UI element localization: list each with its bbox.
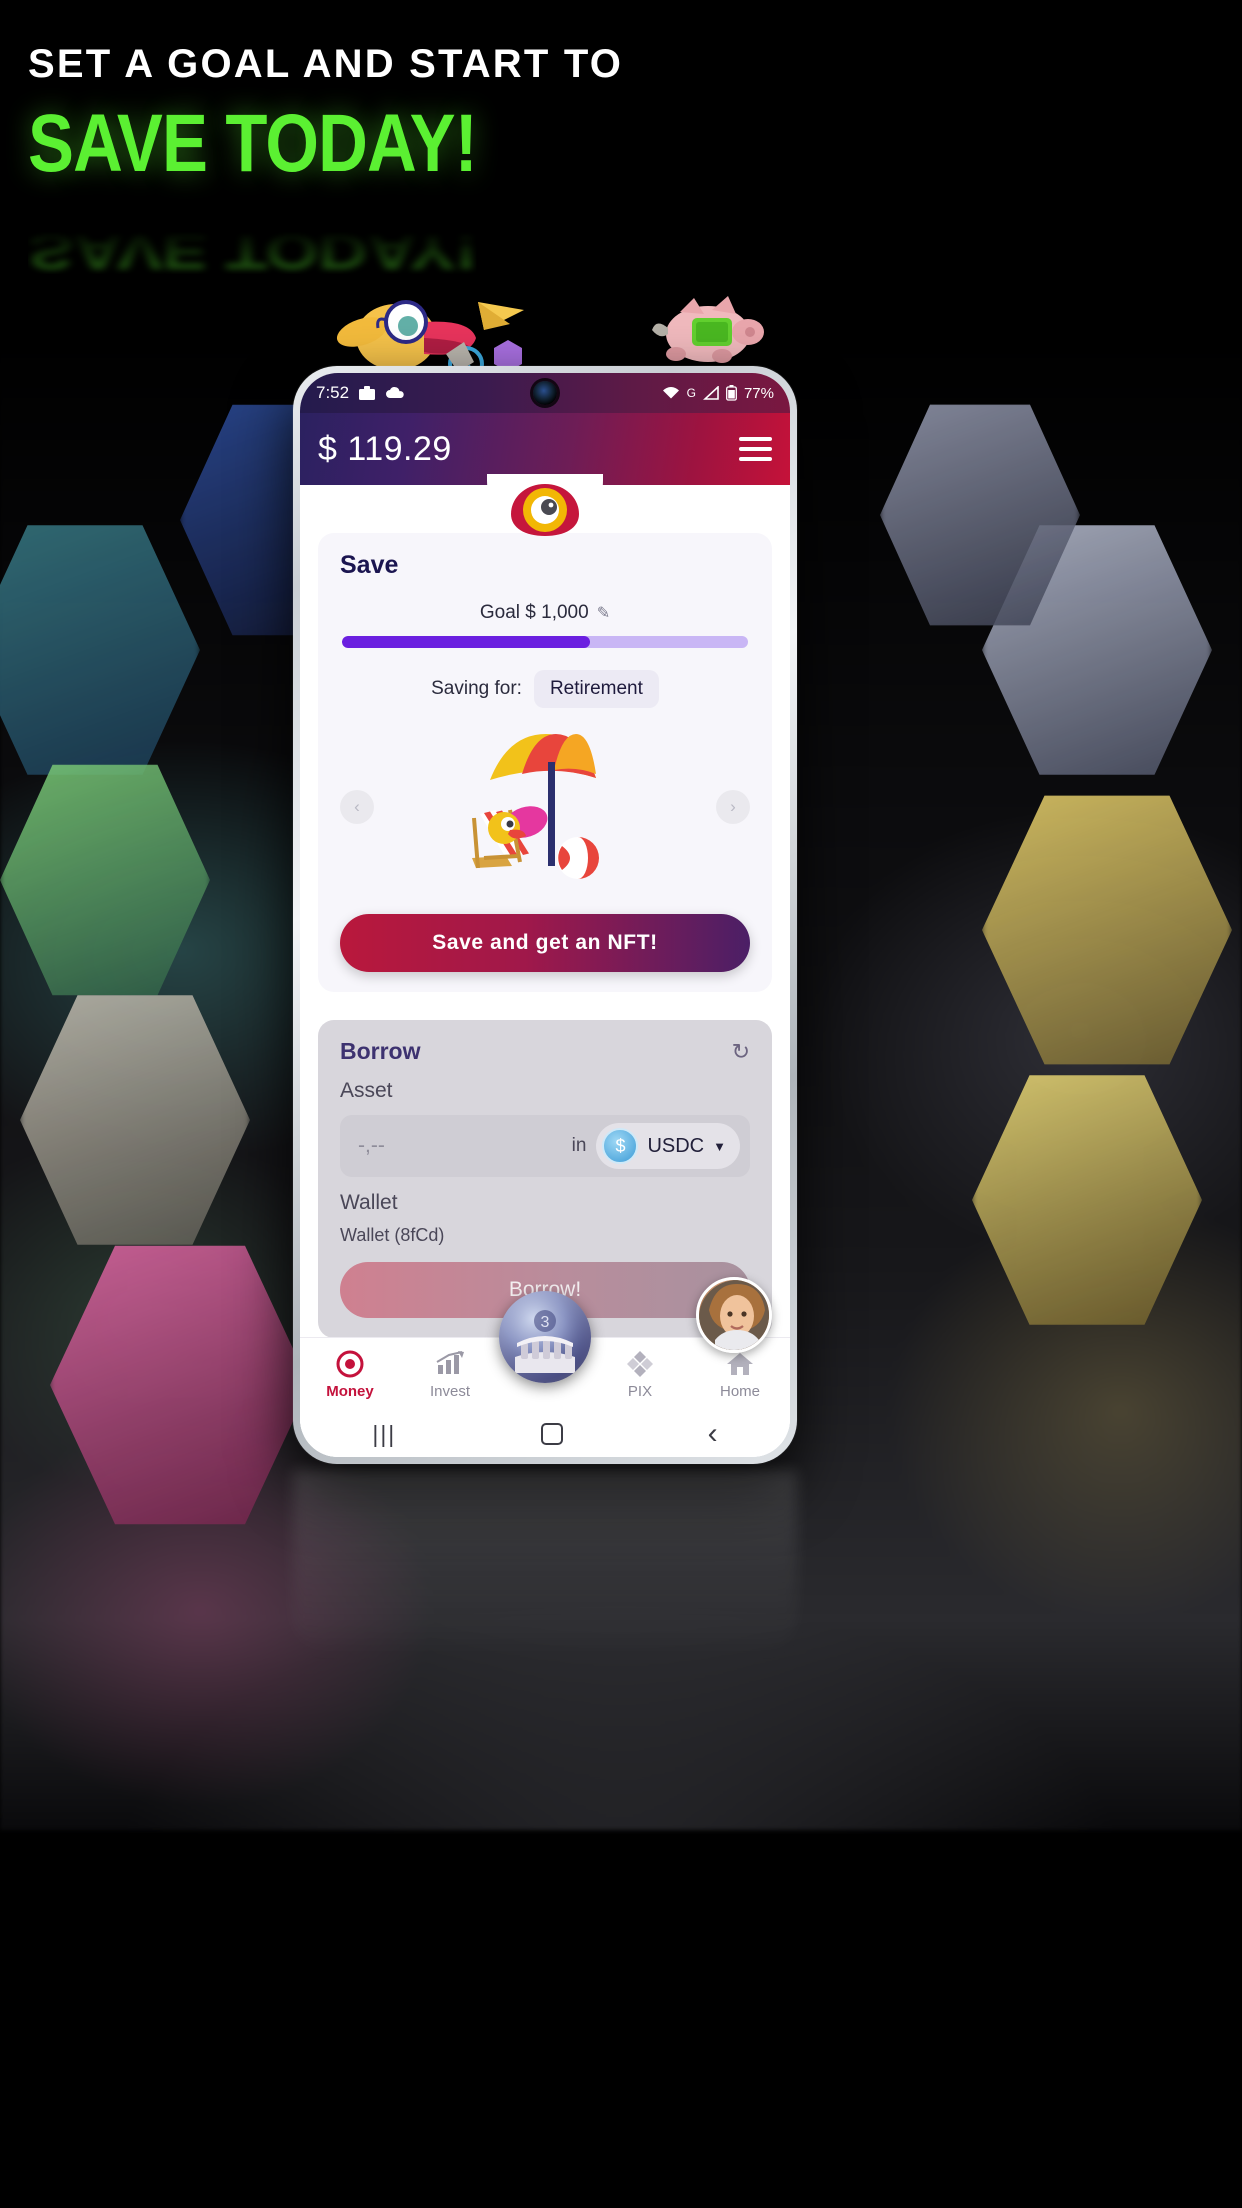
headline-line-1: SET A GOAL AND START TO — [28, 42, 624, 86]
nft-carousel: ‹ › — [340, 714, 750, 900]
carousel-next-icon[interactable]: › — [716, 790, 750, 824]
back-button[interactable]: ‹ — [708, 1417, 718, 1451]
colosseum-orb-icon[interactable]: 3 — [499, 1291, 591, 1383]
tab-pix-label: PIX — [627, 1383, 653, 1400]
app-content: Save Goal $ 1,000 ✎ Saving for: Retireme… — [300, 485, 790, 1457]
tab-home[interactable]: Home — [690, 1349, 790, 1400]
token-symbol: USDC — [647, 1134, 705, 1157]
in-label: in — [571, 1135, 587, 1156]
poster-stage: SET A GOAL AND START TO SAVE TODAY! SAVE… — [0, 0, 1242, 2208]
asset-label: Asset — [340, 1079, 393, 1102]
signal-icon — [702, 386, 719, 400]
goal-progress-bar — [342, 636, 748, 648]
status-bar: 7:52 G 77% — [300, 373, 790, 413]
borrow-amount-input[interactable]: -,-- — [358, 1134, 385, 1158]
goal-label: Goal $ 1,000 — [479, 602, 589, 623]
goal-row: Goal $ 1,000 ✎ — [340, 602, 750, 624]
money-dot-icon — [336, 1349, 364, 1379]
saving-for-label: Saving for: — [431, 678, 522, 699]
toucan-mascot: $ — [336, 300, 524, 377]
recents-button[interactable]: ||| — [372, 1421, 396, 1448]
piggy-bank-mascot — [652, 296, 764, 363]
pix-diamond-icon — [625, 1349, 655, 1379]
tab-invest-label: Invest — [429, 1383, 471, 1400]
brand-logo-icon — [487, 474, 603, 536]
beach-umbrella-illustration — [472, 734, 599, 879]
save-card: Save Goal $ 1,000 ✎ Saving for: Retireme… — [318, 533, 772, 992]
carousel-prev-icon[interactable]: ‹ — [340, 790, 374, 824]
android-nav-bar: ||| ‹ — [300, 1411, 790, 1457]
hamburger-menu-icon[interactable] — [739, 437, 772, 461]
home-square-icon[interactable] — [540, 1423, 563, 1445]
borrow-card-header: Borrow ↻ — [340, 1038, 750, 1065]
status-bar-left: 7:52 — [316, 383, 405, 403]
headline-line-2: SAVE TODAY! — [28, 98, 478, 189]
token-selector[interactable]: $ USDC ▼ — [596, 1123, 740, 1169]
borrow-card-title: Borrow — [340, 1038, 421, 1064]
wallet-value: Wallet (8fCd) — [340, 1225, 445, 1245]
tab-invest[interactable]: Invest — [400, 1349, 500, 1400]
battery-percent: 77% — [743, 384, 774, 402]
refresh-icon[interactable]: ↻ — [732, 1039, 750, 1065]
borrow-amount-row[interactable]: -,-- in $ USDC ▼ — [340, 1115, 750, 1177]
saving-for-row: Saving for: Retirement — [340, 670, 750, 708]
svg-text:3: 3 — [541, 1314, 550, 1331]
status-time: 7:52 — [316, 383, 350, 402]
save-and-get-nft-button[interactable]: Save and get an NFT! — [340, 914, 750, 972]
cloud-icon — [386, 387, 404, 398]
goal-progress-fill — [342, 636, 590, 648]
tab-home-label: Home — [719, 1383, 760, 1400]
headline-line-2-reflection: SAVE TODAY! — [28, 222, 477, 279]
tab-money-label: Money — [326, 1383, 374, 1400]
front-camera-punchhole — [533, 381, 557, 405]
briefcase-icon — [359, 386, 376, 400]
wallet-label: Wallet — [340, 1191, 398, 1214]
home-icon — [725, 1349, 755, 1379]
status-bar-right: G 77% — [662, 385, 774, 402]
battery-icon — [726, 385, 737, 401]
phone-reflection — [293, 1470, 797, 1660]
phone-device: 7:52 G 77% $ 119.29 Save Goal $ 1,000 ✎ … — [293, 366, 797, 1464]
tab-pix[interactable]: PIX — [590, 1349, 690, 1400]
user-avatar[interactable] — [696, 1277, 772, 1353]
saving-for-chip[interactable]: Retirement — [533, 670, 659, 708]
chart-up-icon — [435, 1349, 465, 1379]
phone-screen: 7:52 G 77% $ 119.29 Save Goal $ 1,000 ✎ … — [300, 373, 790, 1457]
account-balance: $ 119.29 — [318, 429, 452, 468]
pencil-icon[interactable]: ✎ — [597, 603, 610, 623]
network-g-label: G — [686, 386, 696, 400]
wifi-icon — [662, 387, 679, 399]
usdc-coin-icon: $ — [602, 1128, 639, 1164]
poster-headline: SET A GOAL AND START TO SAVE TODAY! SAVE… — [28, 42, 624, 279]
tab-money[interactable]: Money — [300, 1349, 400, 1400]
chevron-down-icon: ▼ — [713, 1138, 726, 1154]
save-card-title: Save — [340, 551, 399, 579]
